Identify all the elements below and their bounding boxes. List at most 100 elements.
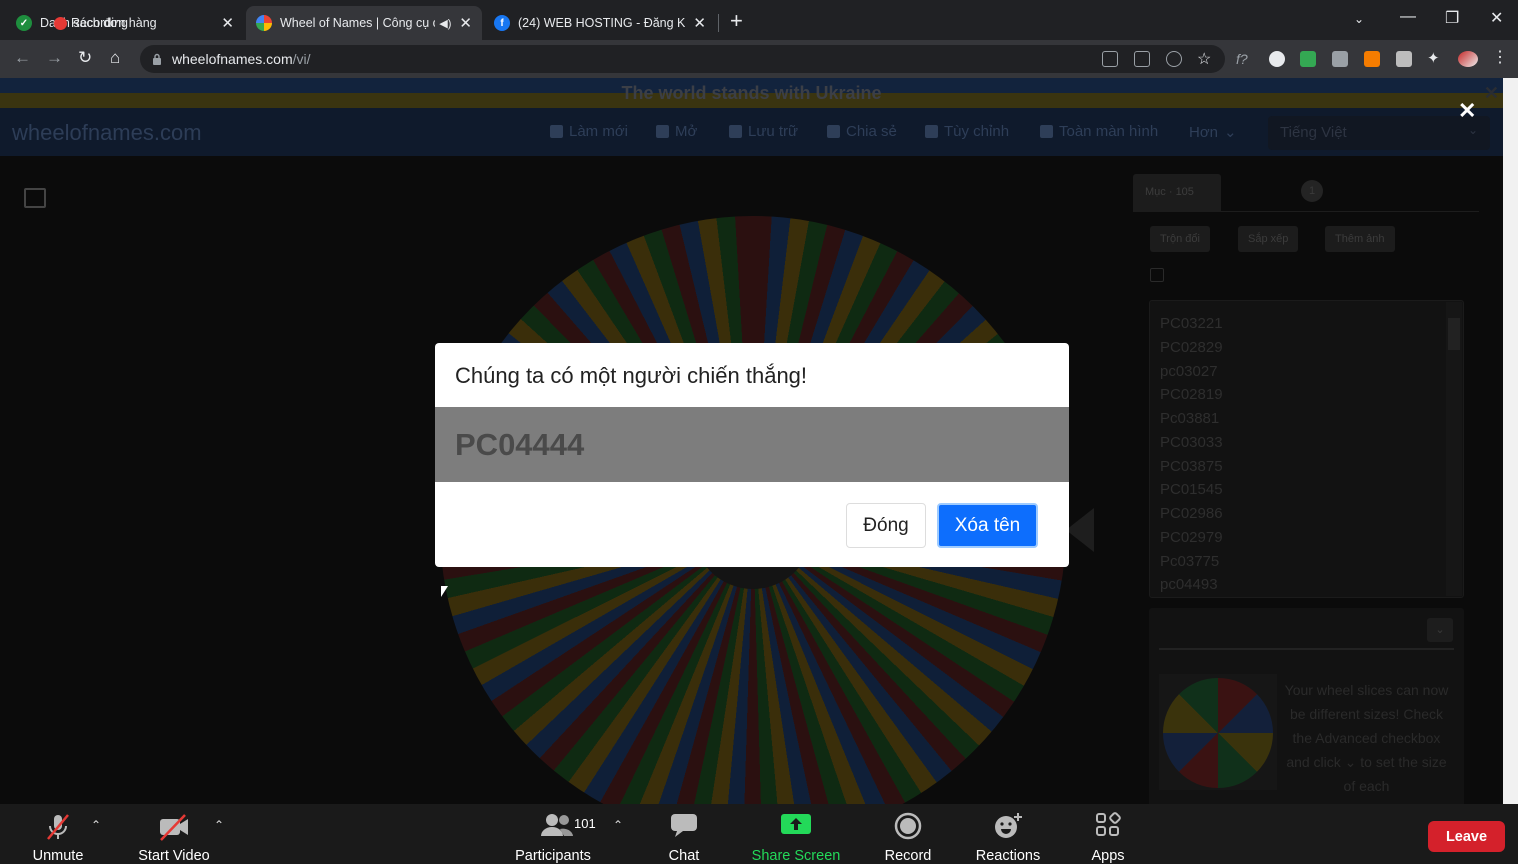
home-icon[interactable]: ⌂	[110, 48, 120, 68]
forward-icon[interactable]: →	[46, 48, 63, 68]
divider	[1159, 648, 1454, 650]
participants-count: 101	[574, 816, 596, 831]
restore-icon[interactable]: ❐	[1445, 8, 1459, 28]
new-tab-button[interactable]: +	[730, 10, 743, 32]
expand-icon	[1040, 125, 1053, 138]
function-icon[interactable]: f?	[1236, 51, 1252, 67]
extension-record-icon[interactable]	[1269, 51, 1285, 67]
camera-icon[interactable]	[1332, 51, 1348, 67]
share-icon	[827, 125, 840, 138]
recording-indicator: Recording	[54, 16, 128, 30]
list-item: pc03027	[1160, 363, 1218, 380]
tab-title: Wheel of Names | Công cụ c	[280, 16, 436, 30]
entries-textarea[interactable]: PC03221 PC02829 pc03027 PC02819 Pc03881 …	[1149, 300, 1464, 598]
dialog-close-icon[interactable]: ✕	[1458, 100, 1476, 122]
close-tab-icon[interactable]: ✕	[221, 14, 234, 32]
advanced-checkbox[interactable]	[1150, 268, 1164, 282]
back-icon[interactable]: ←	[14, 48, 31, 68]
tab-separator	[718, 14, 719, 32]
language-value: Tiếng Việt	[1280, 124, 1347, 141]
language-select[interactable]: Tiếng Việt ⌄	[1268, 116, 1490, 150]
nav-more[interactable]: Hơn ⌄	[1189, 123, 1237, 142]
info-text: Your wheel slices can now be different s…	[1284, 682, 1449, 794]
sort-button[interactable]: Sắp xếp	[1238, 226, 1299, 252]
participants-options-chevron-icon[interactable]: ⌃	[613, 818, 623, 832]
close-window-icon[interactable]: ✕	[1490, 8, 1503, 28]
share-screen-button[interactable]: Share Screen	[748, 804, 844, 864]
tab-entries[interactable]: Mục · 105	[1133, 174, 1221, 212]
chat-button[interactable]: Chat	[662, 804, 706, 864]
ukraine-banner[interactable]: The world stands with Ukraine ✕	[0, 78, 1503, 108]
close-button[interactable]: Đóng	[846, 503, 926, 548]
profile-avatar-icon[interactable]	[1458, 51, 1478, 67]
shuffle-button[interactable]: Trộn đổi	[1150, 226, 1210, 252]
record-icon	[894, 812, 922, 844]
unmute-button[interactable]: Unmute	[22, 804, 94, 864]
info-card: ⌄ Your wheel slices can now be different…	[1149, 608, 1464, 804]
banner-close-icon[interactable]: ✕	[1484, 78, 1499, 108]
chevron-down-icon: ⌄	[1224, 124, 1237, 141]
edit-icon[interactable]	[24, 188, 46, 208]
list-item: PC02979	[1160, 529, 1223, 546]
results-count-badge[interactable]: 1	[1301, 180, 1323, 202]
remove-name-button[interactable]: Xóa tên	[937, 503, 1038, 548]
nav-customize[interactable]: Tùy chỉnh	[925, 123, 1009, 140]
minimize-icon[interactable]: —	[1400, 8, 1416, 26]
extension-sheet-icon[interactable]	[1300, 51, 1316, 67]
audio-playing-icon[interactable]: ◀)	[439, 17, 451, 30]
page-scrollbar[interactable]	[1503, 78, 1518, 804]
reactions-icon	[993, 812, 1023, 844]
video-off-icon	[157, 812, 191, 846]
extension-chart-icon[interactable]	[1364, 51, 1380, 67]
nav-fullscreen[interactable]: Toàn màn hình	[1040, 123, 1158, 140]
entries-scroll-thumb[interactable]	[1448, 318, 1460, 350]
site-logo[interactable]: wheelofnames.com	[12, 120, 202, 146]
tab-wheel-of-names[interactable]: Wheel of Names | Công cụ c ◀) ✕	[246, 6, 482, 40]
collapse-button[interactable]: ⌄	[1427, 618, 1453, 642]
apps-button[interactable]: Apps	[1086, 804, 1130, 864]
tab-orders[interactable]: ✓ Danh sách đơn hàng Recording ✕	[6, 6, 244, 40]
omnibox[interactable]: wheelofnames.com/vi/	[140, 45, 1225, 73]
translate-icon[interactable]	[1134, 51, 1150, 67]
list-item: pc04493	[1160, 576, 1218, 593]
muted-microphone-icon	[43, 812, 73, 846]
bookmark-star-icon[interactable]: ☆	[1197, 49, 1213, 68]
audio-options-chevron-icon[interactable]: ⌃	[91, 818, 101, 832]
leave-meeting-button[interactable]: Leave	[1428, 821, 1505, 852]
wheel-thumbnail-icon	[1163, 678, 1273, 788]
video-options-chevron-icon[interactable]: ⌃	[214, 818, 224, 832]
menu-kebab-icon[interactable]: ⋮	[1492, 47, 1508, 66]
tab-title: (24) WEB HOSTING - Đăng Ký Mi	[518, 16, 686, 30]
record-button[interactable]: Record	[880, 804, 936, 864]
list-item: Pc03775	[1160, 553, 1220, 570]
puzzle-icon[interactable]: ✦	[1427, 49, 1443, 67]
wheel-pointer	[1066, 508, 1094, 552]
list-item: PC01545	[1160, 481, 1223, 498]
list-item: PC02986	[1160, 505, 1223, 522]
file-icon	[550, 125, 563, 138]
url-path: /vi/	[292, 51, 311, 67]
list-item: PC03221	[1160, 315, 1223, 332]
save-icon	[729, 125, 742, 138]
nav-open[interactable]: Mở	[656, 123, 697, 140]
extension-gray-icon[interactable]	[1396, 51, 1412, 67]
recording-label: Recording	[71, 16, 128, 30]
nav-save[interactable]: Lưu trữ	[729, 123, 798, 140]
nav-share[interactable]: Chia sẻ	[827, 123, 897, 140]
install-app-icon[interactable]	[1102, 51, 1118, 67]
tab-search-icon[interactable]: ⌄	[1354, 12, 1364, 26]
reload-icon[interactable]: ↻	[78, 48, 92, 68]
reactions-button[interactable]: Reactions	[972, 804, 1044, 864]
folder-icon	[656, 125, 669, 138]
share-icon[interactable]	[1166, 51, 1182, 67]
add-image-button[interactable]: Thêm ảnh	[1325, 226, 1395, 252]
start-video-button[interactable]: Start Video	[132, 804, 216, 864]
close-tab-icon[interactable]: ✕	[693, 14, 706, 32]
chat-icon	[670, 812, 698, 842]
dialog-header: Chúng ta có một người chiến thắng!	[435, 343, 1069, 407]
lock-icon	[152, 52, 162, 65]
nav-new[interactable]: Làm mới	[550, 123, 628, 140]
participants-button[interactable]: 101 Participants	[510, 804, 596, 864]
close-tab-icon[interactable]: ✕	[459, 14, 472, 32]
tab-web-hosting[interactable]: f (24) WEB HOSTING - Đăng Ký Mi ✕	[484, 6, 716, 40]
